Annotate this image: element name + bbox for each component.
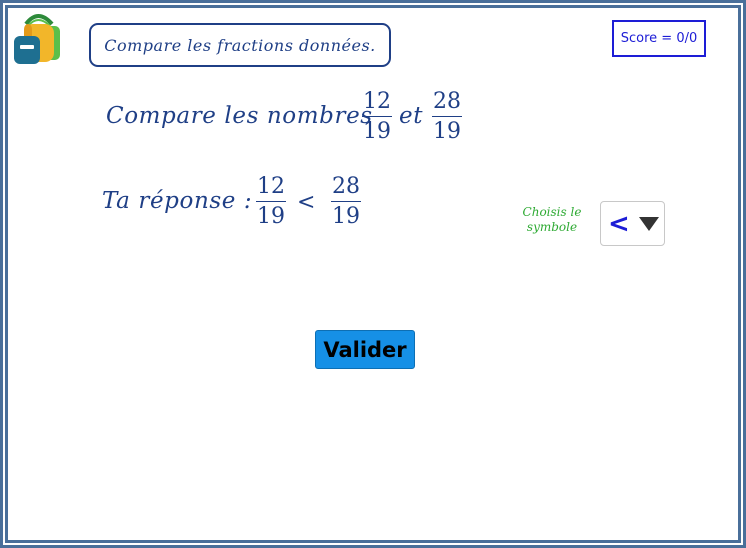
question-fraction-a-numerator: 12 [363,89,391,114]
question-fraction-a: 12 19 [362,91,392,143]
symbol-dropdown[interactable]: < [600,201,665,246]
question-fraction-a-denominator: 19 [363,119,391,144]
backpack-icon [14,14,60,64]
question-fraction-b-numerator: 28 [433,89,461,114]
answer-fraction-a-numerator: 12 [257,174,285,199]
answer-symbol: < [297,190,316,215]
instruction-box: Compare les fractions données. [89,23,391,67]
validate-button[interactable]: Valider [315,330,415,369]
question-connector: et [399,103,424,129]
answer-fraction-a-denominator: 19 [257,204,285,229]
answer-fraction-b-denominator: 19 [332,204,360,229]
answer-fraction-a: 12 19 [256,176,286,228]
symbol-hint-line2: symbole [526,220,578,234]
inner-frame [5,5,741,543]
score-display: Score = 0/0 [612,20,706,57]
question-fraction-b-denominator: 19 [433,119,461,144]
selected-symbol: < [608,208,630,239]
question-prefix: Compare les nombres [106,103,373,129]
answer-prefix: Ta réponse : [102,188,253,214]
answer-fraction-b-numerator: 28 [332,174,360,199]
answer-fraction-b: 28 19 [331,176,361,228]
symbol-hint-line1: Choisis le [522,205,582,219]
symbol-hint: Choisis le symbole [510,205,594,235]
question-fraction-b: 28 19 [432,91,462,143]
triangle-down-icon [638,216,659,231]
